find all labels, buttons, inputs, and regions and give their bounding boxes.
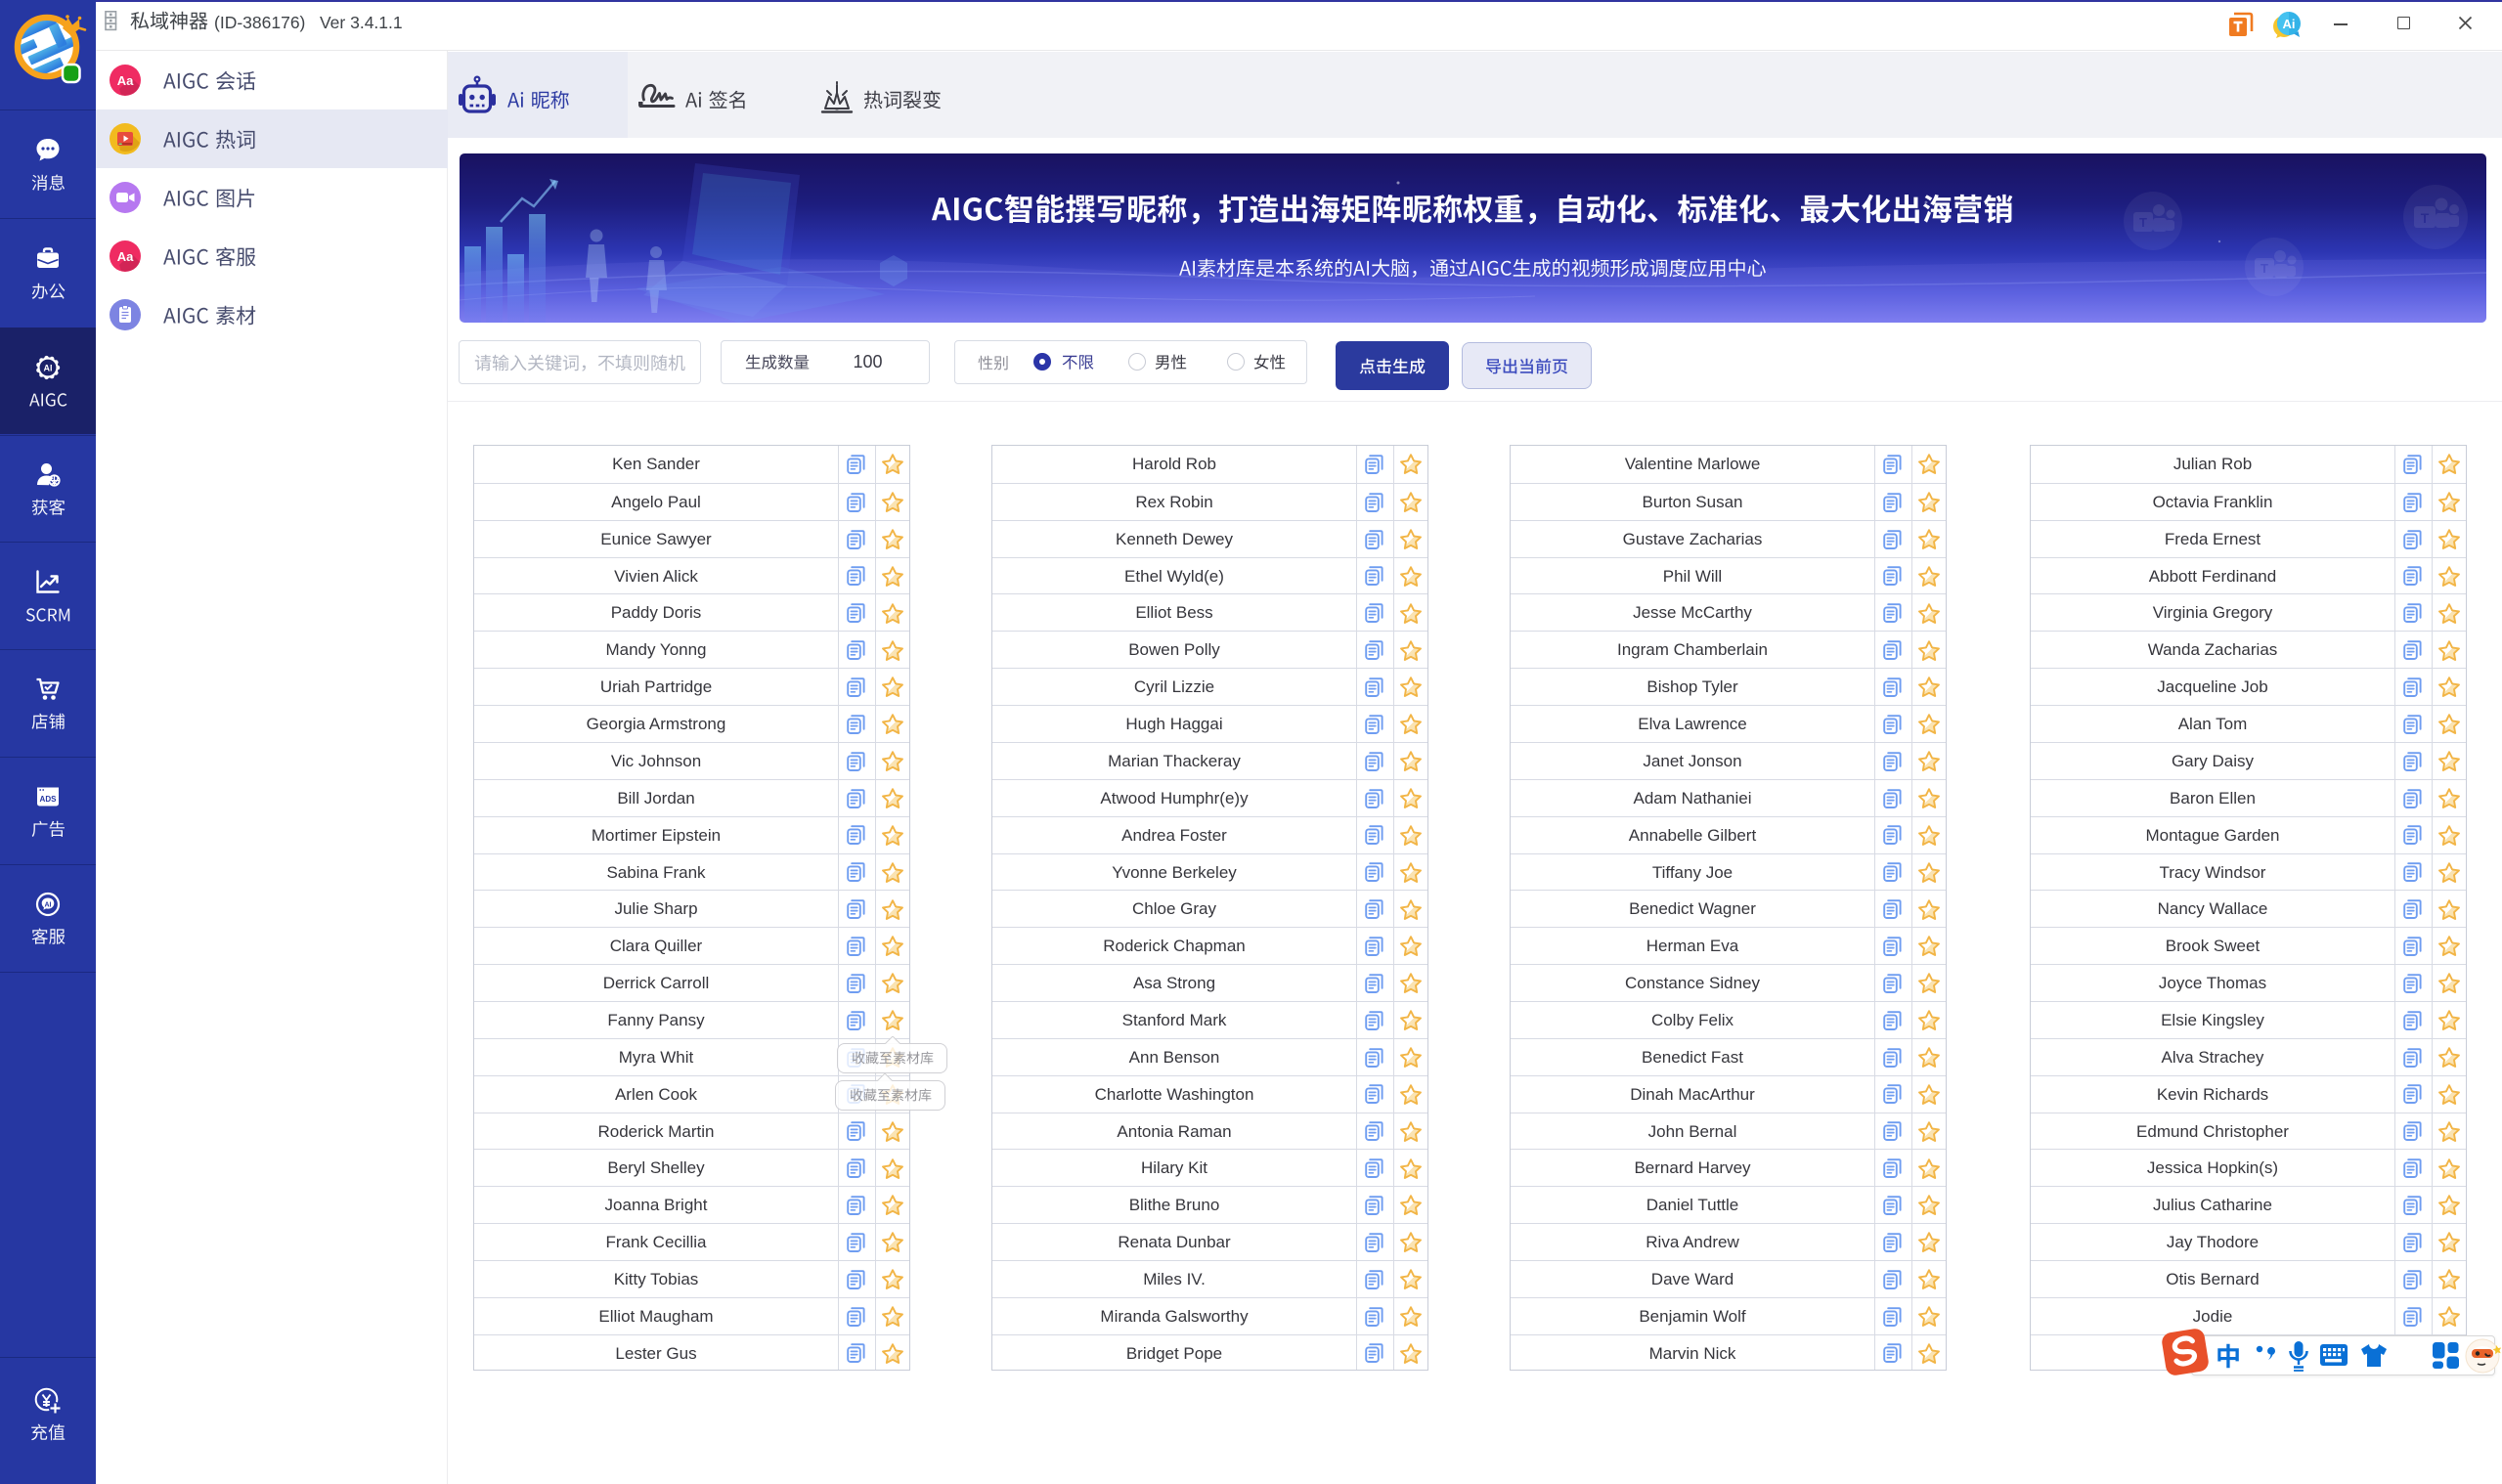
svg-text:AI: AI bbox=[44, 363, 53, 372]
svg-text:Aa: Aa bbox=[117, 73, 134, 88]
svg-text:T: T bbox=[2421, 210, 2430, 226]
svg-text:Ai: Ai bbox=[2283, 17, 2296, 31]
svg-text:AI: AI bbox=[45, 901, 52, 908]
svg-text:T: T bbox=[2261, 261, 2268, 276]
svg-text:ADS: ADS bbox=[40, 795, 58, 804]
svg-text:Aa: Aa bbox=[117, 249, 134, 264]
svg-text:T: T bbox=[2139, 215, 2147, 230]
